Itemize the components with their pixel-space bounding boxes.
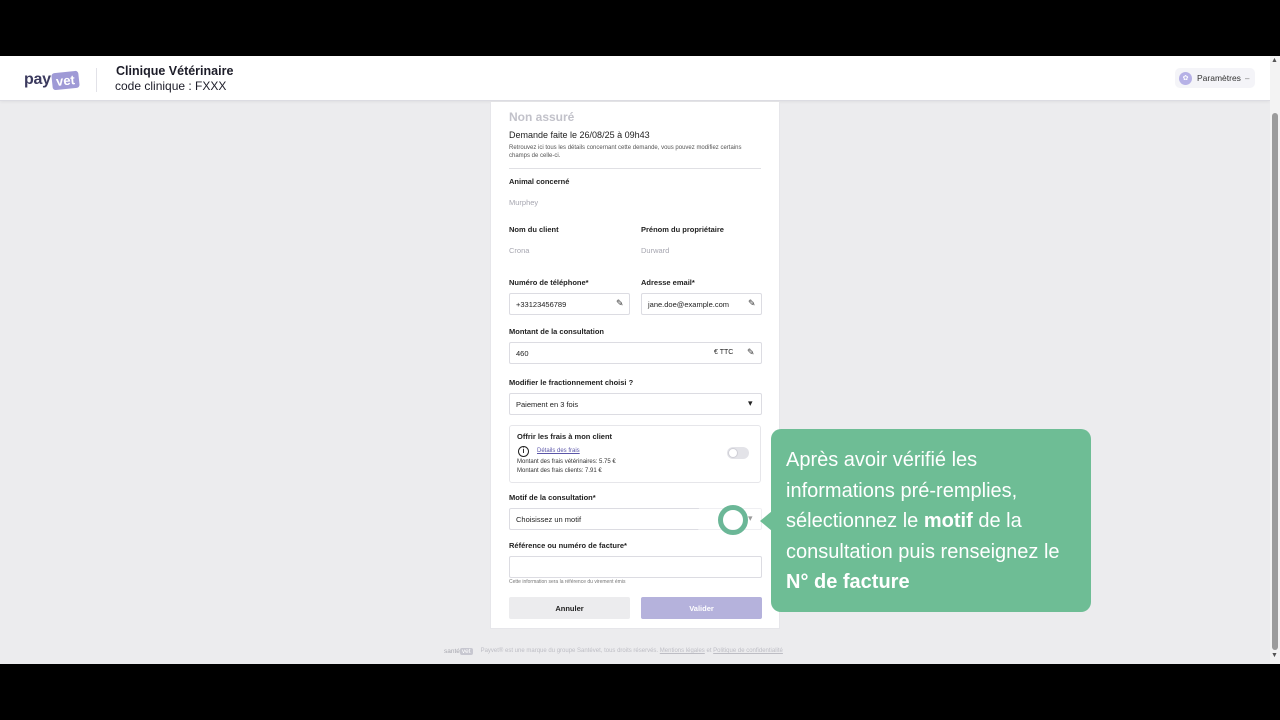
santevet-logo-badge: vet xyxy=(459,647,473,655)
section-divider xyxy=(509,168,761,169)
reason-label: Motif de la consultation* xyxy=(509,493,596,502)
settings-button[interactable]: ✿ Paramètres – xyxy=(1175,68,1256,88)
installments-selected: Paiement en 3 fois xyxy=(516,399,579,409)
owner-firstname-label: Prénom du propriétaire xyxy=(641,225,724,234)
cancel-button[interactable]: Annuler xyxy=(509,597,630,619)
email-label: Adresse email* xyxy=(641,278,695,287)
footer-copyright: Payvet® est une marque du groupe Santéve… xyxy=(480,648,659,654)
scroll-down-arrow-icon[interactable]: ▼ xyxy=(1271,652,1278,659)
insurance-status: Non assuré xyxy=(509,110,575,124)
email-value: jane.doe@example.com xyxy=(648,299,729,309)
header-divider xyxy=(96,68,97,92)
invoice-input[interactable] xyxy=(509,556,762,578)
footer-and: et xyxy=(706,648,712,654)
client-name-label: Nom du client xyxy=(509,225,559,234)
fees-panel: Offrir les frais à mon client i Détails … xyxy=(509,425,761,483)
invoice-hint: Cette information sera la référence du v… xyxy=(509,579,626,585)
edit-amount-icon[interactable]: ✎ xyxy=(747,347,755,358)
animal-label: Animal concerné xyxy=(509,177,570,186)
reason-placeholder: Choisissez un motif xyxy=(516,514,582,524)
client-name-value: Crona xyxy=(509,246,530,255)
owner-firstname-value: Durward xyxy=(641,246,670,255)
tooltip-bold-invoice: N° de facture xyxy=(786,571,910,593)
animal-value: Murphey xyxy=(509,198,539,207)
phone-label: Numéro de téléphone* xyxy=(509,278,589,287)
fees-details-link[interactable]: Détails des frais xyxy=(537,448,580,454)
logo-pay-text: pay xyxy=(24,71,51,88)
santevet-logo-text: santé xyxy=(444,647,460,655)
payvet-logo[interactable]: pay vet xyxy=(24,69,80,91)
client-fees-amount: Montant des frais clients: 7.91 € xyxy=(517,468,602,474)
logo-vet-badge: vet xyxy=(50,70,80,90)
page-scrollbar[interactable]: ▲ ▼ xyxy=(1270,56,1280,664)
amount-field[interactable]: 460 € TTC ✎ xyxy=(509,342,762,364)
info-icon: i xyxy=(518,446,529,457)
installments-select[interactable]: Paiement en 3 fois ▾ xyxy=(509,393,762,415)
caret-down-icon: ▾ xyxy=(748,398,753,408)
installments-label: Modifier le fractionnement choisi ? xyxy=(509,378,634,387)
amount-value: 460 xyxy=(516,348,529,358)
phone-field[interactable]: +33123456789 ✎ xyxy=(509,293,630,315)
fees-title: Offrir les frais à mon client xyxy=(517,432,613,441)
page-footer: santé vet Payvet® est une marque du group… xyxy=(444,644,944,658)
tooltip-bold-motif: motif xyxy=(923,510,973,532)
vet-fees-amount: Montant des frais vétérinaires: 5.75 € xyxy=(517,459,616,465)
santevet-logo: santé vet xyxy=(444,647,473,655)
edit-phone-icon[interactable]: ✎ xyxy=(616,298,624,309)
amount-label: Montant de la consultation xyxy=(509,327,604,336)
request-date: Demande faite le 26/08/25 à 09h43 xyxy=(509,130,650,140)
request-description: Retrouvez ici tous les détails concernan… xyxy=(509,145,742,159)
settings-label: Paramètres xyxy=(1197,73,1241,83)
scroll-thumb[interactable] xyxy=(1272,113,1278,650)
invoice-label: Référence ou numéro de facture* xyxy=(509,541,627,550)
legal-notice-link[interactable]: Mentions légales xyxy=(660,648,705,654)
edit-email-icon[interactable]: ✎ xyxy=(748,298,756,309)
click-indicator xyxy=(718,505,748,535)
clinic-name: Clinique Vétérinaire xyxy=(116,64,234,78)
scroll-up-arrow-icon[interactable]: ▲ xyxy=(1271,57,1278,64)
amount-unit: € TTC xyxy=(714,349,734,356)
validate-button[interactable]: Valider xyxy=(641,597,762,619)
app-viewport: pay vet Clinique Vétérinaire code cliniq… xyxy=(0,56,1280,664)
top-bar: pay vet Clinique Vétérinaire code cliniq… xyxy=(0,56,1270,101)
privacy-policy-link[interactable]: Politique de confidentialité xyxy=(713,648,783,654)
email-field[interactable]: jane.doe@example.com ✎ xyxy=(641,293,762,315)
tutorial-tooltip: Après avoir vérifié les informations pré… xyxy=(771,429,1091,612)
offer-fees-toggle[interactable] xyxy=(727,447,749,459)
toggle-knob xyxy=(728,448,738,458)
phone-value: +33123456789 xyxy=(516,299,567,309)
clinic-code: code clinique : FXXX xyxy=(115,79,227,93)
chevron-icon: – xyxy=(1244,73,1250,83)
paw-icon: ✿ xyxy=(1179,71,1192,85)
